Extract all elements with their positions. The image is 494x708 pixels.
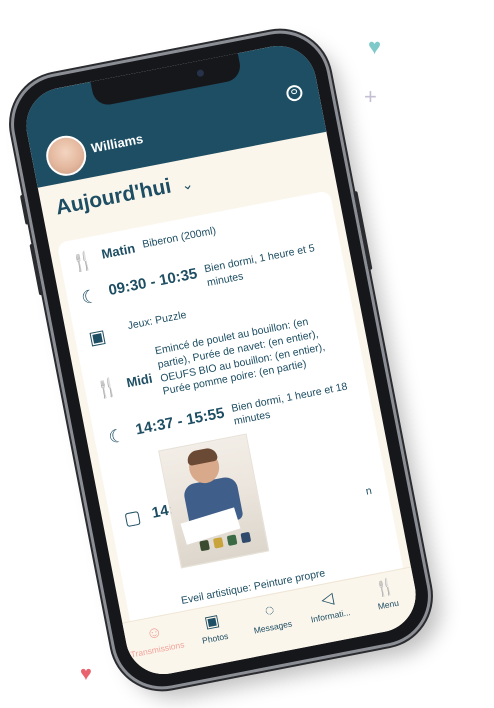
child-photo[interactable] [158, 433, 270, 569]
plus-icon: + [364, 84, 377, 109]
heart-icon: ♥ [368, 34, 382, 59]
entry-detail: n [364, 484, 373, 498]
camera-icon [196, 69, 205, 78]
phone-frame: Williams Aujourd'hui ⌄ 🍴 Matin Biberon (… [5, 25, 437, 695]
fork-knife-icon: 🍴 [94, 376, 121, 401]
entry-detail: Jeux: Puzzle [126, 309, 188, 333]
power-button [353, 190, 373, 271]
tab-informations[interactable]: ◁ Informati... [297, 585, 360, 626]
avatar[interactable] [42, 132, 90, 180]
sleep-icon: ☾ [79, 285, 100, 309]
sleep-icon: ☾ [106, 424, 127, 448]
chevron-down-icon: ⌄ [179, 175, 195, 194]
baby-face-icon: ☺ [144, 623, 164, 644]
photo-paint-pot [226, 534, 238, 547]
timeline-feed[interactable]: 🍴 Matin Biberon (200ml) ☾ 09:30 - 10:35 … [56, 190, 405, 629]
fork-knife-icon: 🍴 [373, 578, 397, 599]
tab-label: Photos [201, 630, 230, 646]
photo-icon: ▢ [122, 506, 143, 530]
mute-switch [19, 194, 30, 225]
entry-detail: Biberon (200ml) [141, 224, 218, 251]
photo-paint-pot [199, 539, 210, 552]
photo-paint-pot [212, 537, 224, 549]
tab-photos[interactable]: ▣ Photos [182, 607, 245, 648]
page-title: Aujourd'hui [53, 174, 174, 220]
megaphone-icon: ◁ [319, 590, 336, 610]
fork-knife-icon: 🍴 [69, 249, 96, 274]
tab-messages[interactable]: ◌ Messages [239, 596, 302, 637]
meal-label: Midi [125, 370, 154, 391]
tab-label: Messages [252, 618, 293, 636]
tab-transmissions[interactable]: ☺ Transmissions [124, 618, 187, 659]
photo-frame-icon: ▣ [202, 612, 222, 632]
chat-bubble-icon: ◌ [263, 601, 277, 621]
heart-icon: ♥ [80, 663, 92, 685]
photo-paint-pot [240, 531, 252, 544]
user-name: Williams [89, 130, 145, 156]
profile-icon[interactable] [285, 83, 304, 103]
meal-label: Matin [100, 240, 137, 262]
phone-screen: Williams Aujourd'hui ⌄ 🍴 Matin Biberon (… [19, 39, 423, 681]
tab-label: Informati... [309, 607, 352, 625]
tab-menu[interactable]: 🍴 Menu [355, 574, 418, 615]
volume-button [29, 243, 44, 296]
entry-time: 14:37 - 15:55 [134, 404, 226, 439]
activity-icon: ▣ [87, 326, 108, 349]
